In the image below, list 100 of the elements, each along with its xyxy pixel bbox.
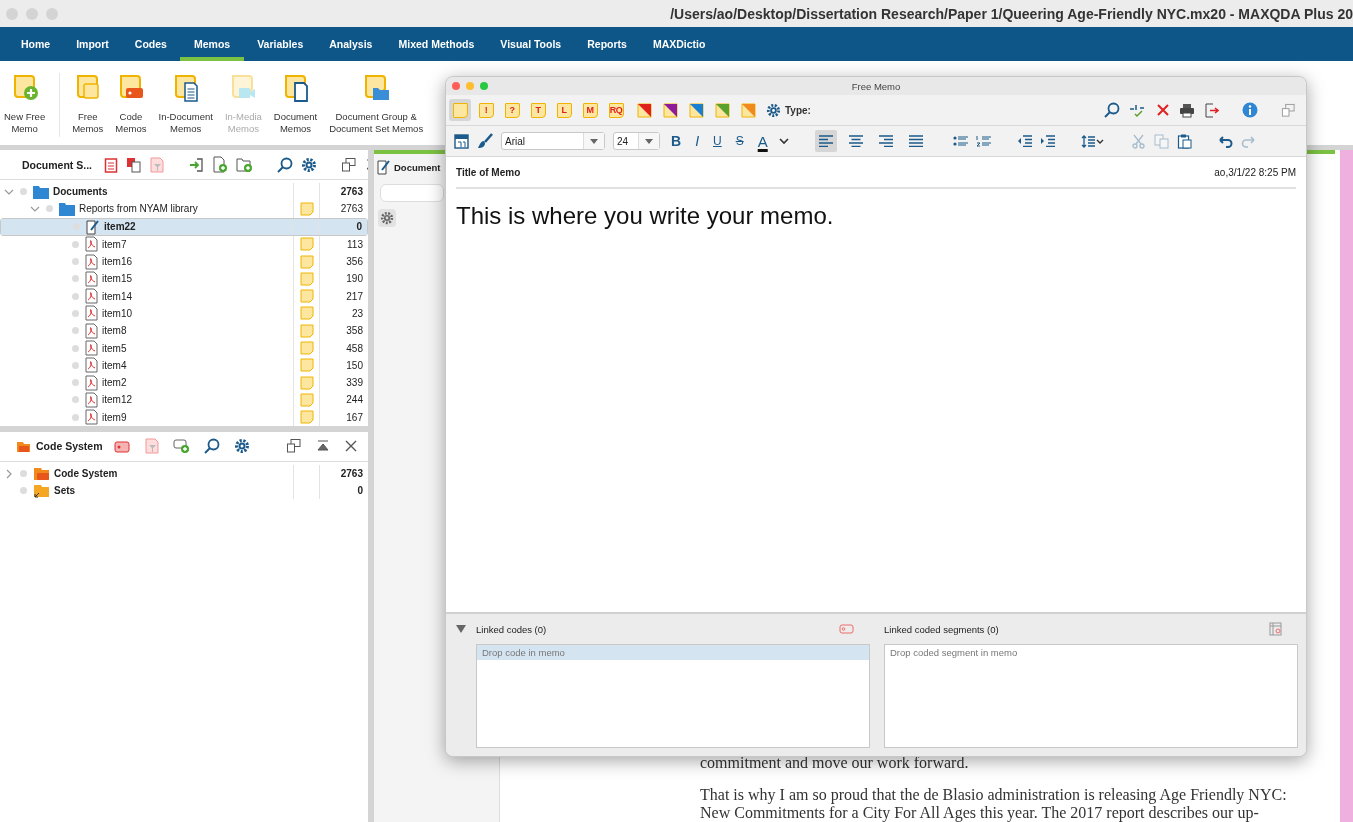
dot-icon (20, 470, 27, 477)
outdent-icon[interactable] (1016, 135, 1032, 147)
menu-tab[interactable]: Reports (574, 27, 640, 61)
dot-icon (72, 258, 79, 266)
import-icon[interactable] (188, 156, 204, 173)
window-title: Free Memo (851, 80, 901, 92)
numbered-list-icon[interactable] (975, 135, 991, 147)
bullet-list-icon[interactable] (952, 135, 968, 147)
tree-row[interactable]: item7 113 (0, 235, 368, 253)
count-text: 167 (345, 410, 364, 425)
menu-tab[interactable]: Codes (121, 27, 180, 61)
menu-tab[interactable]: Analysis (316, 27, 386, 61)
tree-row[interactable]: item16 356 (0, 252, 368, 271)
tree-row[interactable]: item10 23 (0, 304, 368, 323)
brush-icon[interactable] (477, 133, 493, 149)
chevron-icon[interactable] (4, 468, 14, 479)
tree-label: item7 (102, 238, 127, 250)
menu-tab[interactable]: Variables (244, 27, 317, 61)
menu-tab[interactable]: Home (8, 27, 64, 61)
dot-icon (72, 275, 79, 283)
filter-icon[interactable] (150, 156, 164, 173)
tree-label: item22 (104, 221, 136, 233)
filter-icon[interactable] (145, 438, 159, 455)
ribbon-button[interactable]: Code Memos (109, 73, 153, 135)
pdf-icon (85, 340, 98, 356)
align-button[interactable] (814, 130, 837, 152)
format-button[interactable]: S (732, 134, 747, 148)
tree-label: item12 (102, 394, 132, 406)
tree-label: item2 (102, 377, 127, 389)
tree-row[interactable]: item2 339 (0, 373, 368, 392)
new-document-icon[interactable] (212, 156, 228, 173)
format-button[interactable]: U (710, 134, 725, 148)
line-spacing-icon[interactable] (1080, 134, 1105, 148)
tree-row[interactable]: item14 217 (0, 287, 368, 305)
tree-row[interactable]: Code System 2763 (0, 464, 368, 483)
dot-icon (72, 292, 79, 300)
new-folder-icon[interactable] (236, 156, 253, 173)
info-icon[interactable] (1242, 102, 1258, 118)
tree-row[interactable]: Documents 2763 (0, 183, 368, 201)
paste-icon[interactable] (1176, 133, 1192, 149)
ribbon-button[interactable]: Free Memos (66, 73, 110, 135)
ribbon-button[interactable]: Document Group & Document Set Memos (323, 73, 430, 135)
dot-icon (72, 361, 79, 369)
settings-icon[interactable] (234, 438, 250, 455)
spell-check-icon[interactable] (1129, 102, 1147, 118)
memo-editor[interactable]: Title of Memo ao,3/1/22 8:25 PM This is where you write your memo. (446, 157, 1306, 614)
report-icon[interactable] (104, 156, 118, 173)
search-icon[interactable] (204, 438, 220, 455)
undock-icon[interactable] (286, 438, 302, 455)
ribbon-button[interactable]: In-Document Memos (152, 73, 219, 135)
format-button[interactable]: B (668, 133, 685, 149)
ribbon-button[interactable]: Document Memos (267, 73, 324, 135)
menu-tab[interactable]: Import (63, 27, 122, 61)
new-code-icon[interactable] (173, 438, 190, 455)
type-label: Type: (785, 104, 811, 116)
tree-row[interactable]: item5 458 (0, 339, 368, 357)
format-button[interactable]: A (754, 132, 771, 150)
count-text: 244 (345, 393, 364, 408)
menu-tab[interactable]: Visual Tools (487, 27, 575, 61)
segment-icon[interactable] (1269, 622, 1282, 636)
tag-icon[interactable] (839, 624, 854, 634)
settings-icon[interactable] (301, 156, 317, 173)
code-report-icon[interactable] (114, 438, 131, 454)
ribbon-button[interactable]: New Free Memo (0, 73, 61, 137)
export-icon[interactable] (1204, 102, 1219, 118)
tree-row[interactable]: item15 190 (0, 270, 368, 288)
search-field[interactable] (380, 184, 444, 202)
delete-icon[interactable] (1156, 103, 1170, 117)
search-icon[interactable] (277, 156, 293, 173)
print-icon[interactable] (1179, 102, 1195, 118)
search-icon[interactable] (1104, 102, 1120, 118)
menu-tab[interactable]: Mixed Methods (385, 27, 488, 61)
tree-row[interactable]: item4 150 (0, 356, 368, 374)
settings-icon[interactable] (766, 102, 781, 118)
size-dropdown[interactable]: 24 (613, 132, 660, 150)
tree-row[interactable]: item9 167 (0, 408, 368, 426)
tree-row[interactable]: item8 358 (0, 322, 368, 340)
menu-tab[interactable]: MAXDictio (639, 27, 719, 61)
calendar-icon[interactable] (454, 133, 469, 149)
dot-icon (20, 188, 27, 196)
tree-label: item9 (102, 411, 127, 423)
indent-icon[interactable] (1039, 135, 1055, 147)
close-icon[interactable] (344, 439, 358, 454)
font-dropdown[interactable]: Arial (501, 132, 605, 150)
collapse-icon[interactable] (316, 439, 330, 454)
tree-row[interactable]: Sets 0 (0, 482, 368, 500)
tree-row[interactable]: Reports from NYAM library 2763 (0, 200, 368, 218)
pdf-icon (85, 253, 98, 270)
undo-icon[interactable] (1217, 133, 1233, 149)
copy-icon[interactable] (126, 156, 142, 173)
tree-row[interactable]: item12 244 (0, 391, 368, 409)
zoom-icon[interactable] (480, 82, 488, 90)
pdf-icon (85, 409, 98, 426)
caret-icon[interactable] (778, 137, 789, 145)
drop-area[interactable]: Drop coded segment in memo (884, 644, 1298, 748)
format-button[interactable]: I (692, 133, 702, 149)
settings-button[interactable] (378, 209, 396, 227)
disclosure-triangle-icon[interactable] (456, 625, 466, 633)
drop-area[interactable]: Drop code in memo (476, 644, 870, 748)
undock-icon[interactable] (341, 156, 357, 173)
